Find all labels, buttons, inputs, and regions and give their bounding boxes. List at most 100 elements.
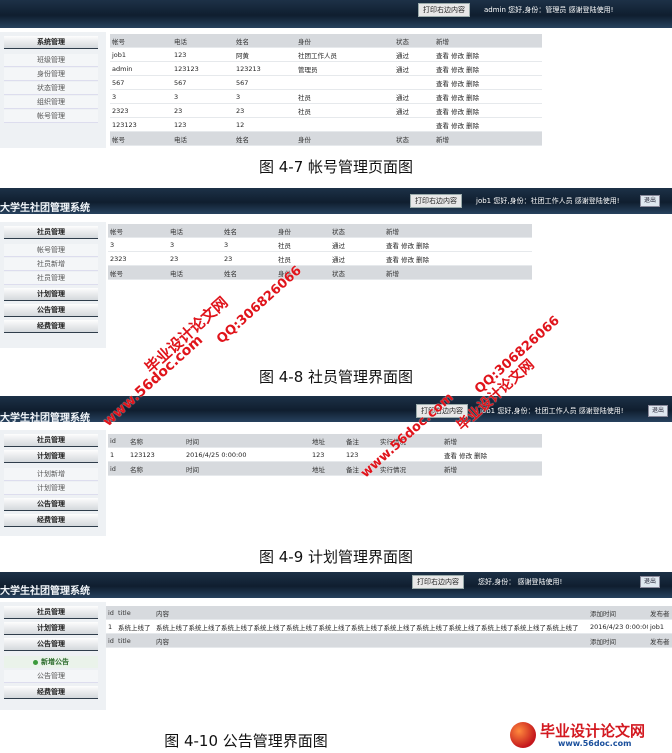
sidebar-item-notices[interactable]: 公告管理 xyxy=(4,498,98,511)
table-cell: 23 xyxy=(234,103,296,118)
table-cell: 123123 xyxy=(128,447,184,462)
column-header: 时间 xyxy=(184,461,310,476)
column-header: 实行情况 xyxy=(378,461,442,476)
sidebar-item-member-add[interactable]: 社员新增 xyxy=(4,258,98,271)
app-title: 大学生社团管理系统 xyxy=(0,586,90,597)
table-row: job1 123 阿黄 社团工作人员 通过 查看 修改 删除 xyxy=(110,47,542,62)
row-actions[interactable]: 查看 修改 删除 xyxy=(434,61,542,76)
sidebar-item-org[interactable]: 组织管理 xyxy=(4,96,98,109)
column-header: title xyxy=(116,606,154,620)
table-row: 3 3 3 社员 通过 查看 修改 删除 xyxy=(110,89,542,104)
sidebar-item-plan-add[interactable]: 计划新增 xyxy=(4,468,98,481)
column-header: 电话 xyxy=(172,34,234,48)
app-title: 大学生社团管理系统 xyxy=(0,413,90,424)
table-cell: 3 xyxy=(222,237,276,252)
column-header: 状态 xyxy=(394,34,434,48)
table-cell: 123123 xyxy=(172,61,234,76)
column-header: 帐号 xyxy=(108,224,168,238)
sidebar-item-notices[interactable]: 公告管理 xyxy=(4,638,98,651)
table-header: id 名称 时间 地址 备注 实行情况 新增 xyxy=(108,434,542,448)
top-bar: 大学生社团管理系统 打印右边内容 您好,身份： 感谢登陆使用! 退出 xyxy=(0,572,672,598)
row-actions[interactable]: 查看 修改 删除 xyxy=(434,117,542,132)
column-header: 帐号 xyxy=(108,265,168,280)
table-cell: admin xyxy=(110,61,172,76)
row-actions[interactable]: 查看 修改 删除 xyxy=(434,75,542,90)
print-button[interactable]: 打印右边内容 xyxy=(412,575,464,589)
figure-caption: 图 4-9 计划管理界面图 xyxy=(258,548,414,566)
column-header: 时间 xyxy=(184,434,310,448)
table-cell: 2323 xyxy=(108,251,168,266)
row-actions[interactable]: 查看 修改 删除 xyxy=(384,251,532,266)
sidebar-item-member-manage[interactable]: 社员管理 xyxy=(4,272,98,285)
screenshot-account-management: 打印右边内容 admin 您好,身份：管理员 感谢登陆使用! 系统管理 班级管理… xyxy=(0,0,672,150)
column-header: 新增 xyxy=(434,34,542,48)
row-actions[interactable]: 查看 修改 删除 xyxy=(434,103,542,118)
exit-button[interactable]: 退出 xyxy=(640,576,661,588)
table-cell: 123123 xyxy=(110,117,172,132)
table-cell xyxy=(394,117,434,132)
table-cell: 3 xyxy=(108,237,168,252)
table-row: 1 123123 2016/4/25 0:00:00 123 123 查看 修改… xyxy=(108,447,542,462)
column-header: 新增 xyxy=(434,131,542,146)
sidebar-item-identity[interactable]: 身份管理 xyxy=(4,68,98,81)
figure-caption: 图 4-10 公告管理界面图 xyxy=(164,732,328,750)
table-cell: 123 xyxy=(172,117,234,132)
welcome-text: job1 您好,身份：社团工作人员 感谢登陆使用! xyxy=(480,407,624,415)
sidebar-item-plans[interactable]: 计划管理 xyxy=(4,450,98,463)
sidebar-item-label: 新增公告 xyxy=(41,658,69,666)
table-cell: 通过 xyxy=(330,251,384,266)
sidebar-item-notice-manage[interactable]: 公告管理 xyxy=(4,670,98,683)
column-header: 电话 xyxy=(168,265,222,280)
column-header: id xyxy=(108,461,128,476)
column-header: 发布者 xyxy=(648,633,672,648)
sidebar-item-notice-add[interactable]: 新增公告 xyxy=(4,656,98,668)
table-cell: 系统上线了 xyxy=(116,619,154,634)
table-cell xyxy=(394,75,434,90)
sidebar-item-members[interactable]: 社员管理 xyxy=(4,434,98,447)
print-button[interactable]: 打印右边内容 xyxy=(418,3,470,17)
sidebar-item-account[interactable]: 帐号管理 xyxy=(4,110,98,123)
exit-button[interactable]: 退出 xyxy=(640,195,661,207)
column-header: 发布者 xyxy=(648,606,672,620)
print-button[interactable]: 打印右边内容 xyxy=(410,194,462,208)
sidebar-item-funds[interactable]: 经费管理 xyxy=(4,514,98,527)
figure-caption: 图 4-8 社员管理界面图 xyxy=(258,368,414,386)
table-footer: 帐号 电话 姓名 身份 状态 新增 xyxy=(110,131,542,146)
row-actions[interactable]: 查看 修改 删除 xyxy=(384,237,532,252)
member-table: 帐号 电话 姓名 身份 状态 新增 3 3 3 社员 通过 查看 修改 删除 2… xyxy=(108,224,532,280)
table-cell: 2016/4/25 0:00:00 xyxy=(184,447,310,462)
exit-button[interactable]: 退出 xyxy=(648,405,669,417)
table-cell: 系统上线了系统上线了系统上线了系统上线了系统上线了系统上线了系统上线了系统上线了… xyxy=(154,619,588,634)
table-cell: 阿黄 xyxy=(234,47,296,62)
sidebar-item-funds[interactable]: 经费管理 xyxy=(4,320,98,333)
sidebar-item-plans[interactable]: 计划管理 xyxy=(4,622,98,635)
plan-table: id 名称 时间 地址 备注 实行情况 新增 1 123123 2016/4/2… xyxy=(108,434,542,476)
sidebar-item-system[interactable]: 系统管理 xyxy=(4,36,98,49)
column-header: 新增 xyxy=(442,461,542,476)
table-cell: 567 xyxy=(110,75,172,90)
sidebar-item-account[interactable]: 帐号管理 xyxy=(4,244,98,257)
globe-icon xyxy=(510,722,536,748)
table-cell: 3 xyxy=(168,237,222,252)
sidebar-item-plan-manage[interactable]: 计划管理 xyxy=(4,482,98,495)
sidebar-item-status[interactable]: 状态管理 xyxy=(4,82,98,95)
sidebar-item-plans[interactable]: 计划管理 xyxy=(4,288,98,301)
table-cell: 3 xyxy=(234,89,296,104)
row-actions[interactable]: 查看 修改 删除 xyxy=(434,89,542,104)
sidebar-item-notices[interactable]: 公告管理 xyxy=(4,304,98,317)
sidebar-item-funds[interactable]: 经费管理 xyxy=(4,686,98,699)
row-actions[interactable]: 查看 修改 删除 xyxy=(442,447,542,462)
sidebar-item-members[interactable]: 社员管理 xyxy=(4,606,98,619)
sidebar-item-class[interactable]: 班级管理 xyxy=(4,54,98,67)
column-header: 名称 xyxy=(128,461,184,476)
logo-url: www.56doc.com xyxy=(558,739,632,748)
table-cell xyxy=(296,75,394,90)
column-header: 名称 xyxy=(128,434,184,448)
table-footer: 帐号 电话 姓名 身份 状态 新增 xyxy=(108,265,532,280)
sidebar-item-members[interactable]: 社员管理 xyxy=(4,226,98,239)
column-header: 新增 xyxy=(384,224,532,238)
screenshot-notice-management: 大学生社团管理系统 打印右边内容 您好,身份： 感谢登陆使用! 退出 社员管理 … xyxy=(0,572,672,712)
column-header: 帐号 xyxy=(110,131,172,146)
table-cell: 123 xyxy=(310,447,344,462)
row-actions[interactable]: 查看 修改 删除 xyxy=(434,47,542,62)
